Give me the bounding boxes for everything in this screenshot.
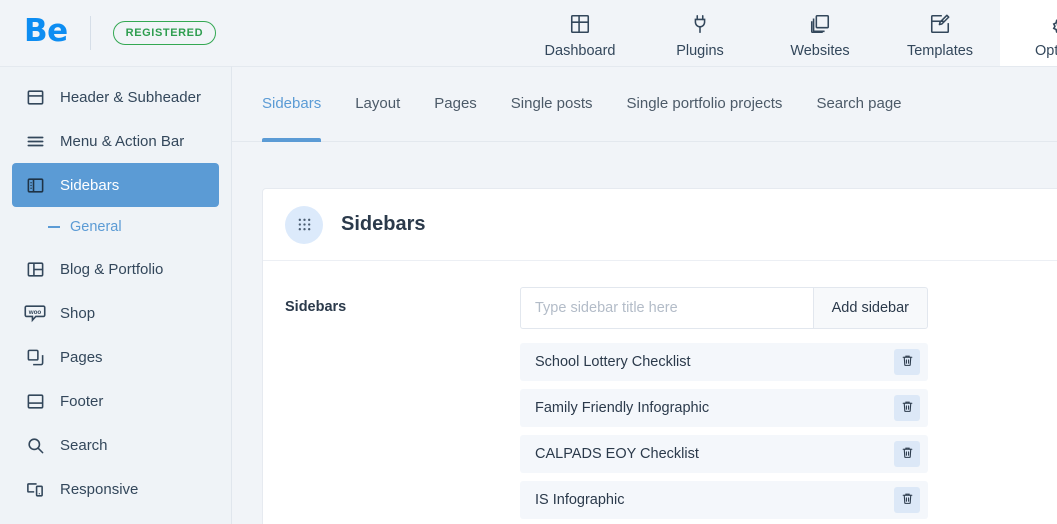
tab-sidebars[interactable]: Sidebars — [262, 67, 322, 142]
topnav-label: Templates — [906, 43, 974, 59]
delete-sidebar-button[interactable] — [894, 441, 920, 467]
topnav-label: Options — [1035, 43, 1057, 59]
sidebar-name: IS Infographic — [535, 492, 625, 508]
topnav-label: Websites — [790, 43, 850, 59]
topnav-item-websites[interactable]: Websites — [760, 0, 880, 66]
topnav-item-plugins[interactable]: Plugins — [640, 0, 760, 66]
sidebar-list: School Lottery Checklist Family Friendly… — [520, 343, 928, 519]
delete-sidebar-button[interactable] — [894, 487, 920, 513]
sidebar-item-sidebars[interactable]: Sidebars — [12, 163, 219, 207]
brand-divider — [89, 16, 91, 50]
brand-zone: Be REGISTERED — [0, 0, 217, 66]
list-item[interactable]: Family Friendly Infographic — [520, 389, 928, 427]
sidebar-item-label: Menu & Action Bar — [60, 132, 185, 150]
topnav-item-templates[interactable]: Templates — [880, 0, 1000, 66]
app-root: Be REGISTERED Dashboard Plugins Websites… — [0, 0, 1057, 524]
sidebar-name: School Lottery Checklist — [535, 354, 691, 370]
sidebar-item-label: Footer — [60, 392, 104, 410]
sidebar-subitem-general[interactable]: General — [0, 207, 231, 247]
header-layout-icon — [24, 86, 46, 108]
pages-stack-icon — [24, 346, 46, 368]
topnav-label: Dashboard — [544, 43, 616, 59]
topnav-item-dashboard[interactable]: Dashboard — [520, 0, 640, 66]
tab-single-posts[interactable]: Single posts — [511, 67, 593, 142]
main-content: Sidebars Layout Pages Single posts Singl… — [232, 66, 1057, 524]
sidebar-item-search[interactable]: Search — [12, 423, 219, 467]
sidebar-name: CALPADS EOY Checklist — [535, 446, 699, 462]
dash-icon — [48, 226, 60, 228]
trash-icon — [901, 354, 914, 370]
left-sidebar: Header & Subheader Menu & Action Bar Sid… — [0, 66, 232, 524]
footer-layout-icon — [24, 390, 46, 412]
template-edit-icon — [929, 11, 951, 37]
sidebar-item-label: Header & Subheader — [60, 88, 201, 106]
list-item[interactable]: IS Infographic — [520, 481, 928, 519]
sidebar-item-footer[interactable]: Footer — [12, 379, 219, 423]
columns-layout-icon — [24, 258, 46, 280]
list-item[interactable]: CALPADS EOY Checklist — [520, 435, 928, 473]
top-bar: Be REGISTERED Dashboard Plugins Websites… — [0, 0, 1057, 66]
trash-icon — [901, 492, 914, 508]
delete-sidebar-button[interactable] — [894, 395, 920, 421]
delete-sidebar-button[interactable] — [894, 349, 920, 375]
sidebar-item-label: Shop — [60, 304, 96, 322]
woo-icon: woo — [24, 302, 46, 324]
sidebar-item-label: Sidebars — [60, 176, 120, 194]
sidebar-item-label: Responsive — [60, 480, 139, 498]
trash-icon — [901, 446, 914, 462]
search-icon — [24, 434, 46, 456]
gear-icon — [1049, 11, 1057, 37]
sidebar-item-header-subheader[interactable]: Header & Subheader — [12, 75, 219, 119]
sidebar-name: Family Friendly Infographic — [535, 400, 710, 416]
sidebar-item-label: Blog & Portfolio — [60, 260, 164, 278]
sidebars-field-row: Sidebars Add sidebar School Lottery Chec… — [285, 287, 1049, 524]
topnav-label: Plugins — [676, 43, 724, 59]
dashboard-grid-icon — [569, 11, 591, 37]
svg-text:woo: woo — [28, 309, 42, 316]
add-sidebar-group: Add sidebar — [520, 287, 928, 329]
sidebar-item-shop[interactable]: woo Shop — [12, 291, 219, 335]
card-title: Sidebars — [341, 213, 426, 235]
responsive-devices-icon — [24, 478, 46, 500]
sidebar-panel-icon — [24, 174, 46, 196]
sidebar-title-input[interactable] — [520, 287, 813, 329]
add-sidebar-button[interactable]: Add sidebar — [812, 287, 928, 329]
top-nav: Dashboard Plugins Websites Templates Opt — [520, 0, 1057, 66]
tab-single-portfolio-projects[interactable]: Single portfolio projects — [627, 67, 783, 142]
topnav-item-options[interactable]: Options — [1000, 0, 1057, 66]
sidebar-item-responsive[interactable]: Responsive — [12, 467, 219, 511]
plug-icon — [689, 11, 711, 37]
trash-icon — [901, 400, 914, 416]
sidebars-field-control: Add sidebar School Lottery Checklist — [520, 287, 1049, 524]
sidebar-item-label: Pages — [60, 348, 103, 366]
registered-badge: REGISTERED — [112, 20, 217, 46]
hamburger-icon — [24, 130, 46, 152]
copy-layers-icon — [809, 11, 831, 37]
tab-layout[interactable]: Layout — [355, 67, 400, 142]
tab-bar: Sidebars Layout Pages Single posts Singl… — [232, 67, 1057, 142]
sidebar-item-menu-action-bar[interactable]: Menu & Action Bar — [12, 119, 219, 163]
sidebar-item-blog-portfolio[interactable]: Blog & Portfolio — [12, 247, 219, 291]
sidebars-card: Sidebars Sidebars Add sidebar School Lot… — [262, 188, 1057, 524]
dots-grid-icon — [285, 205, 323, 244]
card-header: Sidebars — [263, 189, 1057, 261]
card-body: Sidebars Add sidebar School Lottery Chec… — [263, 261, 1057, 524]
list-item[interactable]: School Lottery Checklist — [520, 343, 928, 381]
sidebar-item-label: Search — [60, 436, 108, 454]
be-logo[interactable]: Be — [24, 15, 68, 51]
tab-pages[interactable]: Pages — [434, 67, 477, 142]
sidebar-item-pages[interactable]: Pages — [12, 335, 219, 379]
sidebars-field-label: Sidebars — [285, 299, 347, 315]
sidebar-subitem-label: General — [70, 219, 122, 235]
tab-search-page[interactable]: Search page — [816, 67, 901, 142]
